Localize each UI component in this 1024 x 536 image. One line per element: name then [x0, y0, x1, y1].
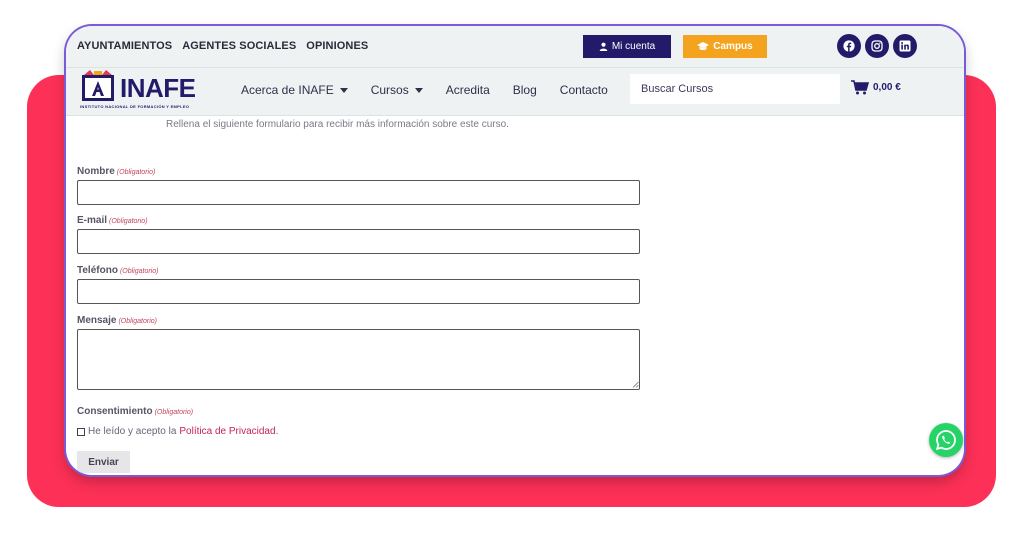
whatsapp-button[interactable]	[929, 423, 963, 457]
message-label: Mensaje (Obligatorio)	[77, 315, 157, 326]
search-input[interactable]	[630, 74, 840, 104]
required-tag: (Obligatorio)	[119, 268, 159, 275]
nav-item-acredita[interactable]: Acredita	[446, 83, 490, 97]
message-label-text: Mensaje	[77, 315, 117, 326]
my-account-label: Mi cuenta	[611, 41, 656, 52]
email-label-text: E-mail	[77, 215, 108, 226]
nav-item-acredita-label: Acredita	[445, 83, 490, 97]
cart-button[interactable]: 0,00 €	[851, 80, 901, 95]
message-field[interactable]	[77, 329, 640, 390]
nav-item-contacto-label: Contacto	[559, 83, 608, 97]
facebook-icon[interactable]	[837, 34, 861, 58]
nav-item-blog[interactable]: Blog	[513, 83, 537, 97]
shopping-cart-icon	[851, 80, 869, 95]
main-navigation: INAFE INSTITUTO NACIONAL DE FORMACIÓN Y …	[66, 68, 964, 116]
required-tag: (Obligatorio)	[116, 169, 156, 176]
phone-label: Teléfono (Obligatorio)	[77, 265, 158, 276]
linkedin-icon[interactable]	[893, 34, 917, 58]
required-tag: (Obligatorio)	[154, 409, 194, 416]
chevron-down-icon	[414, 87, 423, 93]
campus-button[interactable]: Campus	[683, 35, 767, 58]
graduation-cap-icon	[697, 42, 710, 51]
consent-label: Consentimiento (Obligatorio)	[77, 406, 193, 417]
top-link-ayuntamientos[interactable]: AYUNTAMIENTOS	[77, 40, 172, 52]
instagram-icon[interactable]	[865, 34, 889, 58]
resize-handle-icon[interactable]	[632, 381, 639, 388]
cart-total: 0,00 €	[873, 82, 901, 93]
submit-button[interactable]: Enviar	[77, 451, 130, 473]
email-label: E-mail (Obligatorio)	[77, 215, 148, 226]
consent-text: He leído y acepto la	[88, 426, 177, 437]
social-links	[837, 34, 917, 58]
name-label-text: Nombre	[77, 166, 115, 177]
my-account-button[interactable]: Mi cuenta	[583, 35, 671, 58]
consent-row: He leído y acepto la Política de Privaci…	[77, 426, 278, 437]
logo-wordmark: INAFE	[120, 73, 196, 103]
nav-item-contacto[interactable]: Contacto	[560, 83, 608, 97]
name-field[interactable]	[77, 180, 640, 205]
phone-field[interactable]	[77, 279, 640, 304]
consent-checkbox[interactable]	[77, 427, 85, 436]
consent-period: .	[275, 426, 279, 437]
top-link-agentes-sociales[interactable]: AGENTES SOCIALES	[182, 40, 296, 52]
nav-item-acerca-label: Acerca de INAFE	[241, 83, 334, 97]
nav-item-acerca[interactable]: Acerca de INAFE	[241, 83, 348, 97]
privacy-policy-link-text: Política de Privacidad	[179, 426, 276, 437]
whatsapp-icon	[935, 430, 956, 451]
book-emblem-icon	[82, 70, 114, 101]
nav-item-cursos-label: Cursos	[370, 83, 409, 97]
top-links: AYUNTAMIENTOS AGENTES SOCIALES OPINIONES	[77, 40, 368, 52]
inafe-logo[interactable]: INAFE INSTITUTO NACIONAL DE FORMACIÓN Y …	[80, 70, 210, 112]
top-link-opiniones[interactable]: OPINIONES	[306, 40, 368, 52]
privacy-policy-link[interactable]: Política de Privacidad	[179, 426, 275, 437]
phone-label-text: Teléfono	[77, 265, 118, 276]
name-label: Nombre (Obligatorio)	[77, 166, 155, 177]
form-intro-text: Rellena el siguiente formulario para rec…	[166, 119, 509, 130]
campus-label: Campus	[713, 41, 753, 52]
email-field[interactable]	[77, 229, 640, 254]
chevron-down-icon	[339, 87, 348, 93]
consent-label-text: Consentimiento	[77, 406, 153, 417]
logo-subtitle: INSTITUTO NACIONAL DE FORMACIÓN Y EMPLEO	[80, 104, 190, 109]
top-bar: AYUNTAMIENTOS AGENTES SOCIALES OPINIONES…	[66, 26, 964, 68]
nav-item-blog-label: Blog	[512, 83, 537, 97]
required-tag: (Obligatorio)	[118, 318, 157, 325]
nav-menu: Acerca de INAFE Cursos Acredita Blog Con…	[241, 83, 631, 97]
user-icon	[599, 42, 608, 51]
browser-window: AYUNTAMIENTOS AGENTES SOCIALES OPINIONES…	[66, 26, 964, 475]
required-tag: (Obligatorio)	[109, 218, 148, 225]
nav-item-cursos[interactable]: Cursos	[371, 83, 423, 97]
